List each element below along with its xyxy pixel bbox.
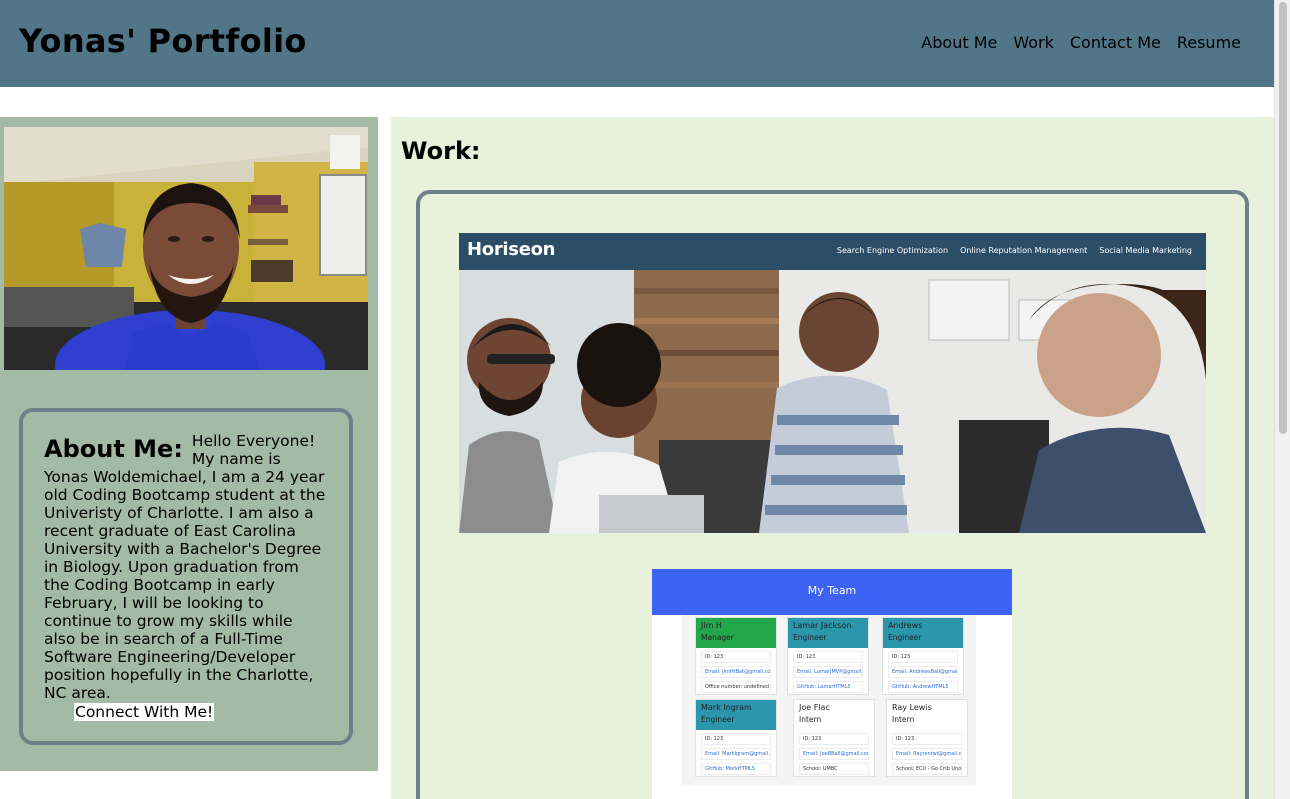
work-heading: Work: <box>401 137 481 165</box>
card-email[interactable]: Email: Rayrentwi@gmail.com <box>892 748 962 760</box>
card-github[interactable]: GitHub: AndrewHTML5 <box>888 681 958 693</box>
card-id: ID: 123 <box>892 733 962 745</box>
card-name: Joe Flac <box>799 703 830 712</box>
horiseon-hero-image <box>459 270 1206 533</box>
card-id: ID: 123 <box>793 651 863 663</box>
card-github[interactable]: GitHub: LamarHTML5 <box>793 681 863 693</box>
horiseon-navbar: Horiseon Search Engine Optimization Onli… <box>459 233 1206 270</box>
card-id: ID: 123 <box>888 651 958 663</box>
card-email[interactable]: Email: MarkIgram@gmail.com <box>701 748 771 760</box>
team-profile-project-screenshot[interactable]: My Team Jim H Manager ID: 123 Email: Jim… <box>652 569 1012 799</box>
team-card: Mark Ingram Engineer ID: 123 Email: Mark… <box>695 699 777 777</box>
card-name: Ray Lewis <box>892 703 932 712</box>
horiseon-project-screenshot[interactable]: Horiseon Search Engine Optimization Onli… <box>459 233 1206 533</box>
card-header: Ray Lewis Intern <box>887 700 967 730</box>
card-name: Jim H <box>701 621 722 630</box>
nav-about-me[interactable]: About Me <box>921 33 997 52</box>
card-header: Joe Flac Intern <box>794 700 874 730</box>
team-card: Joe Flac Intern ID: 123 Email: JoeBBall@… <box>793 699 875 777</box>
card-header: Andrews Engineer <box>883 618 963 648</box>
card-name: Mark Ingram <box>701 703 752 712</box>
team-header: My Team <box>652 569 1012 615</box>
card-role: Manager <box>701 633 734 642</box>
horiseon-nav: Search Engine Optimization Online Reputa… <box>837 246 1192 255</box>
site-title: Yonas' Portfolio <box>19 22 307 60</box>
about-text: Hello Everyone! My name is Yonas Woldemi… <box>44 432 328 721</box>
card-school: School: UMBC <box>799 763 869 775</box>
scrollbar-thumb[interactable] <box>1279 2 1287 434</box>
card-extra: Office number: undefined <box>701 681 771 693</box>
nav-resume[interactable]: Resume <box>1177 33 1241 52</box>
about-card: About Me: Hello Everyone! My name is Yon… <box>19 408 353 745</box>
horiseon-nav-item: Search Engine Optimization <box>836 246 949 255</box>
profile-photo <box>4 127 368 370</box>
page-scrollbar[interactable] <box>1274 0 1290 799</box>
card-id: ID: 123 <box>701 651 771 663</box>
card-email[interactable]: Email: JoeBBall@gmail.com <box>799 748 869 760</box>
card-role: Intern <box>799 715 822 724</box>
horiseon-nav-item: Online Reputation Management <box>960 246 1088 255</box>
card-email[interactable]: Email: LamarJMVP@gmail.com <box>793 666 863 678</box>
card-name: Lamar Jackson <box>793 621 852 630</box>
team-card: Lamar Jackson Engineer ID: 123 Email: La… <box>787 617 869 695</box>
horiseon-logo: Horiseon <box>467 239 556 260</box>
main-nav: About Me Work Contact Me Resume <box>921 33 1241 52</box>
card-role: Engineer <box>888 633 922 642</box>
card-header: Jim H Manager <box>696 618 776 648</box>
team-card: Jim H Manager ID: 123 Email: JimHtBat@gm… <box>695 617 777 695</box>
site-header: Yonas' Portfolio About Me Work Contact M… <box>0 0 1274 87</box>
card-header: Lamar Jackson Engineer <box>788 618 868 648</box>
card-school: School: ECU - Go Crib Uno <box>892 763 962 775</box>
card-role: Engineer <box>793 633 827 642</box>
team-card: Ray Lewis Intern ID: 123 Email: Rayrentw… <box>886 699 968 777</box>
card-role: Intern <box>892 715 915 724</box>
nav-work[interactable]: Work <box>1013 33 1054 52</box>
card-header: Mark Ingram Engineer <box>696 700 776 730</box>
work-section: Work: Horiseon Search Engine Optimizatio… <box>391 117 1274 799</box>
about-section: About Me: Hello Everyone! My name is Yon… <box>0 117 378 771</box>
card-id: ID: 123 <box>701 733 771 745</box>
card-email[interactable]: Email: JimHtBat@gmail.com <box>701 666 771 678</box>
nav-contact-me[interactable]: Contact Me <box>1070 33 1161 52</box>
team-cards-area: Jim H Manager ID: 123 Email: JimHtBat@gm… <box>682 615 976 785</box>
about-body: Hello Everyone! My name is Yonas Woldemi… <box>44 432 326 702</box>
card-github[interactable]: GitHub: MarkHTML5 <box>701 763 771 775</box>
card-role: Engineer <box>701 715 735 724</box>
card-email[interactable]: Email: AndrewsBall@gmail.com <box>888 666 958 678</box>
team-card: Andrews Engineer ID: 123 Email: AndrewsB… <box>882 617 964 695</box>
horiseon-nav-item: Social Media Marketing <box>1099 246 1192 255</box>
card-name: Andrews <box>888 621 923 630</box>
about-heading: About Me: <box>44 435 183 463</box>
connect-with-me-link[interactable]: Connect With Me! <box>74 703 215 721</box>
card-id: ID: 123 <box>799 733 869 745</box>
